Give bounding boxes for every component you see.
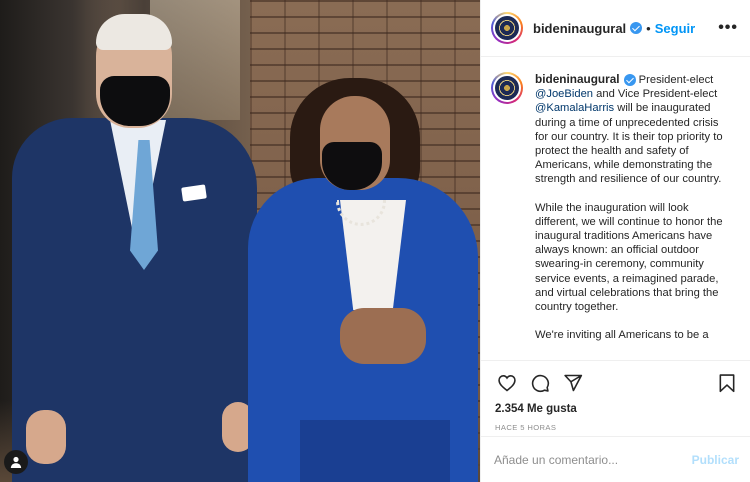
more-options-icon[interactable]: ••• — [718, 19, 738, 37]
heart-icon[interactable] — [495, 371, 519, 395]
verified-badge-icon — [630, 22, 643, 34]
caption-text: bideninaugural President-elect @JoeBiden… — [535, 72, 731, 360]
post-photo[interactable] — [0, 0, 480, 482]
separator-dot: • — [646, 20, 651, 36]
tagged-user-icon[interactable] — [4, 450, 28, 474]
post-timestamp[interactable]: HACE 5 HORAS — [495, 423, 739, 432]
avatar[interactable] — [491, 12, 523, 44]
seal-icon — [495, 76, 519, 100]
seal-icon — [495, 16, 519, 40]
caption-paragraph-3: We're inviting all Americans to be a — [535, 329, 709, 342]
comment-input[interactable] — [494, 452, 692, 467]
post-header: bideninaugural • Seguir ••• — [481, 0, 750, 57]
biden-mask — [100, 76, 170, 126]
follow-button[interactable]: Seguir — [655, 21, 695, 36]
comment-bar: Publicar — [481, 436, 750, 482]
avatar-frame — [493, 14, 521, 42]
caption-text-part: and Vice President-elect — [593, 88, 718, 101]
caption-avatar[interactable] — [491, 72, 523, 104]
action-icons — [495, 371, 739, 395]
harris-hands — [340, 308, 426, 364]
likes-count[interactable]: 2.354 Me gusta — [495, 403, 739, 415]
caption-avatar-frame — [493, 74, 521, 102]
mention-kamalaharris[interactable]: @KamalaHarris — [535, 102, 614, 114]
caption: bideninaugural President-elect @JoeBiden… — [481, 58, 750, 360]
verified-badge-icon — [623, 74, 636, 87]
post-sidebar: bideninaugural • Seguir ••• bideninaugur… — [480, 0, 750, 482]
caption-text-part: will be inaugurated during a time of unp… — [535, 102, 723, 186]
bookmark-icon[interactable] — [715, 371, 739, 395]
publish-button[interactable]: Publicar — [692, 453, 739, 467]
post-actions: 2.354 Me gusta HACE 5 HORAS — [481, 360, 750, 436]
harris-pants — [300, 420, 450, 482]
mention-joebiden[interactable]: @JoeBiden — [535, 88, 593, 100]
caption-text-part: President-elect — [635, 74, 714, 86]
biden-hair — [96, 14, 172, 50]
caption-paragraph-2: While the inauguration will look differe… — [535, 201, 723, 314]
share-icon[interactable] — [561, 371, 585, 395]
comment-icon[interactable] — [528, 371, 552, 395]
header-username[interactable]: bideninaugural — [533, 21, 626, 36]
caption-username[interactable]: bideninaugural — [535, 72, 620, 86]
biden-hand-left — [26, 410, 66, 464]
caption-paragraph-1: bideninaugural President-elect @JoeBiden… — [535, 72, 731, 187]
